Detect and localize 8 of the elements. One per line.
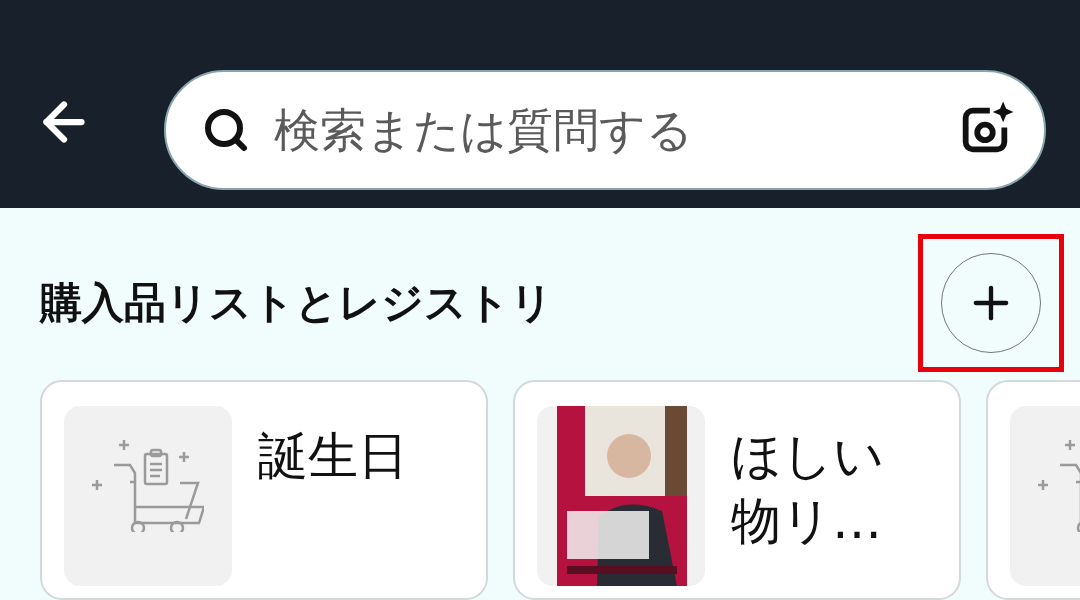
search-field[interactable]: 検索または質問する [272,102,934,158]
list-title: ほしい物リ… [731,426,885,552]
list-card[interactable]: ほしい物リ… [513,380,961,600]
search-icon [202,106,250,154]
section-title: 購入品リストとレジストリ [40,277,553,329]
search-bar[interactable]: 検索または質問する [164,70,1046,190]
list-title: 誕生日 [258,426,409,487]
list-card[interactable]: 誕生日 [40,380,488,600]
